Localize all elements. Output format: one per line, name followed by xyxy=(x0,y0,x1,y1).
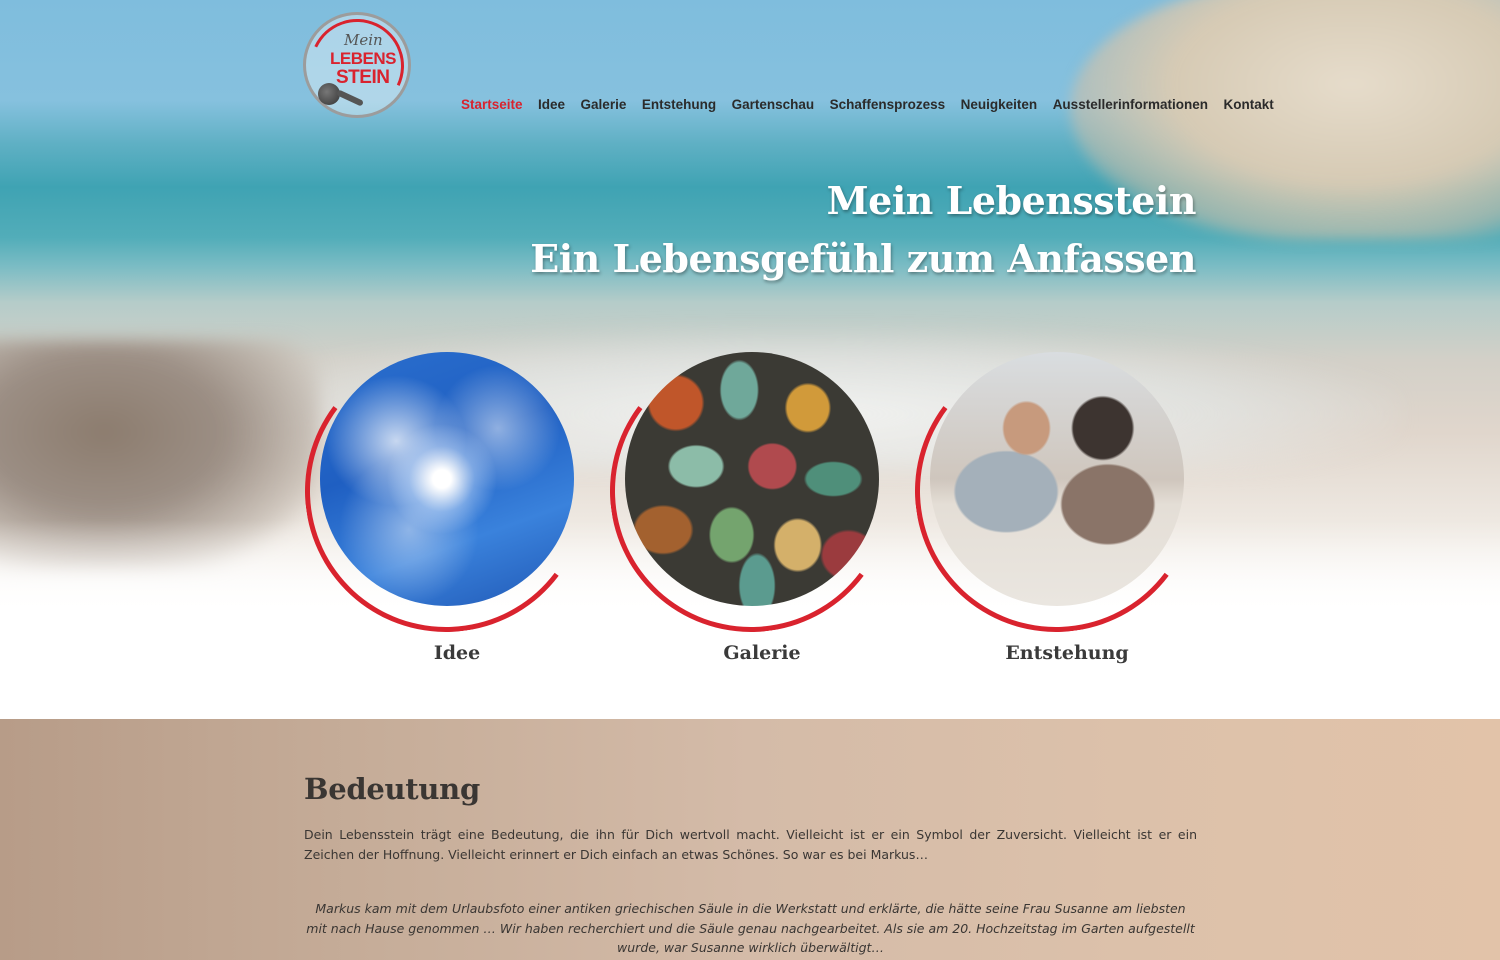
hero-heading: Mein Lebensstein Ein Lebensgefühl zum An… xyxy=(530,172,1196,288)
hero-title-line-2: Ein Lebensgefühl zum Anfassen xyxy=(530,236,1196,281)
tile-label-idee: Idee xyxy=(433,642,481,664)
nav-item-schaffensprozess[interactable]: Schaffensprozess xyxy=(830,96,946,114)
logo-text-lebens: LEBENS xyxy=(330,49,396,68)
tile-label-galerie: Galerie xyxy=(723,642,801,664)
nav-item-ausstellerinformationen[interactable]: Ausstellerinformationen xyxy=(1053,96,1208,114)
nav-item-kontakt[interactable]: Kontakt xyxy=(1223,96,1273,114)
colorful-stones-image xyxy=(625,352,879,606)
bedeutung-story-quote: Markus kam mit dem Urlaubsfoto einer ant… xyxy=(306,901,1195,955)
main-navigation: Startseite Idee Galerie Entstehung Garte… xyxy=(461,96,1274,114)
nav-item-entstehung[interactable]: Entstehung xyxy=(642,96,716,114)
nav-item-startseite[interactable]: Startseite xyxy=(461,96,523,114)
site-logo[interactable]: Mein LEBENS STEIN xyxy=(296,5,418,127)
logo-text-stein: STEIN xyxy=(336,67,390,88)
bedeutung-section: Bedeutung Dein Lebensstein trägt eine Be… xyxy=(0,719,1500,960)
nav-item-gartenschau[interactable]: Gartenschau xyxy=(732,96,815,114)
tile-label-entstehung: Entstehung xyxy=(1005,642,1129,664)
hero-title-line-1: Mein Lebensstein xyxy=(826,178,1197,223)
sky-sun-image xyxy=(320,352,574,606)
bedeutung-intro-text: Dein Lebensstein trägt eine Bedeutung, d… xyxy=(304,827,1197,862)
people-working-image xyxy=(930,352,1184,606)
nav-item-galerie[interactable]: Galerie xyxy=(581,96,627,114)
logo-text-mein: Mein xyxy=(344,31,383,49)
nav-item-neuigkeiten[interactable]: Neuigkeiten xyxy=(961,96,1038,114)
nav-item-idee[interactable]: Idee xyxy=(538,96,565,114)
bedeutung-heading: Bedeutung xyxy=(304,772,480,806)
